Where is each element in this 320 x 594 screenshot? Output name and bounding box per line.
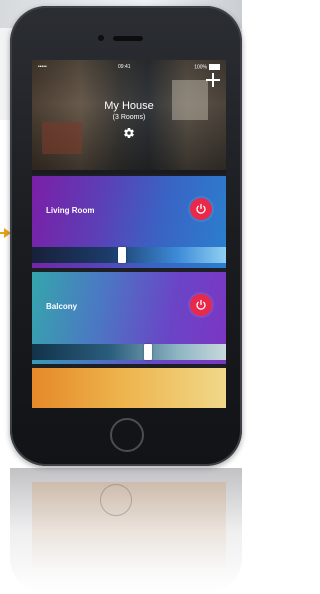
room-card-living-room[interactable]: Living Room <box>32 176 226 268</box>
house-title: My House <box>104 100 154 112</box>
power-icon <box>196 203 206 214</box>
power-button[interactable] <box>190 198 212 220</box>
signal-indicator: ••••• <box>38 64 47 70</box>
plus-icon[interactable] <box>206 73 220 87</box>
room-card-balcony[interactable]: Balcony <box>32 272 226 364</box>
status-battery: 100% <box>194 64 220 70</box>
house-header: ••••• 09:41 100% My House (3 Rooms) <box>32 60 226 170</box>
reflection-home-button <box>100 484 132 516</box>
room-count: (3 Rooms) <box>112 114 146 121</box>
power-icon <box>196 299 206 310</box>
brightness-slider[interactable] <box>32 344 226 360</box>
arrow-icon <box>0 226 11 240</box>
status-time: 09:41 <box>118 64 131 70</box>
room-label: Balcony <box>46 302 78 311</box>
divider <box>32 170 226 174</box>
brightness-slider[interactable] <box>32 247 226 263</box>
room-label: Living Room <box>46 206 95 215</box>
battery-percent: 100% <box>194 64 207 71</box>
slider-thumb[interactable] <box>144 344 152 360</box>
slider-thumb[interactable] <box>118 247 126 263</box>
phone-reflection <box>10 468 242 594</box>
room-card-third[interactable] <box>32 368 226 408</box>
battery-icon <box>209 64 220 70</box>
home-button[interactable] <box>110 418 144 452</box>
app-screen: ••••• 09:41 100% My House (3 Rooms) Livi… <box>32 60 226 408</box>
header-photo-detail <box>42 122 82 154</box>
status-bar: ••••• 09:41 100% <box>38 64 220 72</box>
power-button[interactable] <box>190 294 212 316</box>
gear-icon[interactable] <box>123 126 135 139</box>
earpiece-speaker <box>113 36 143 41</box>
front-camera <box>98 35 104 41</box>
